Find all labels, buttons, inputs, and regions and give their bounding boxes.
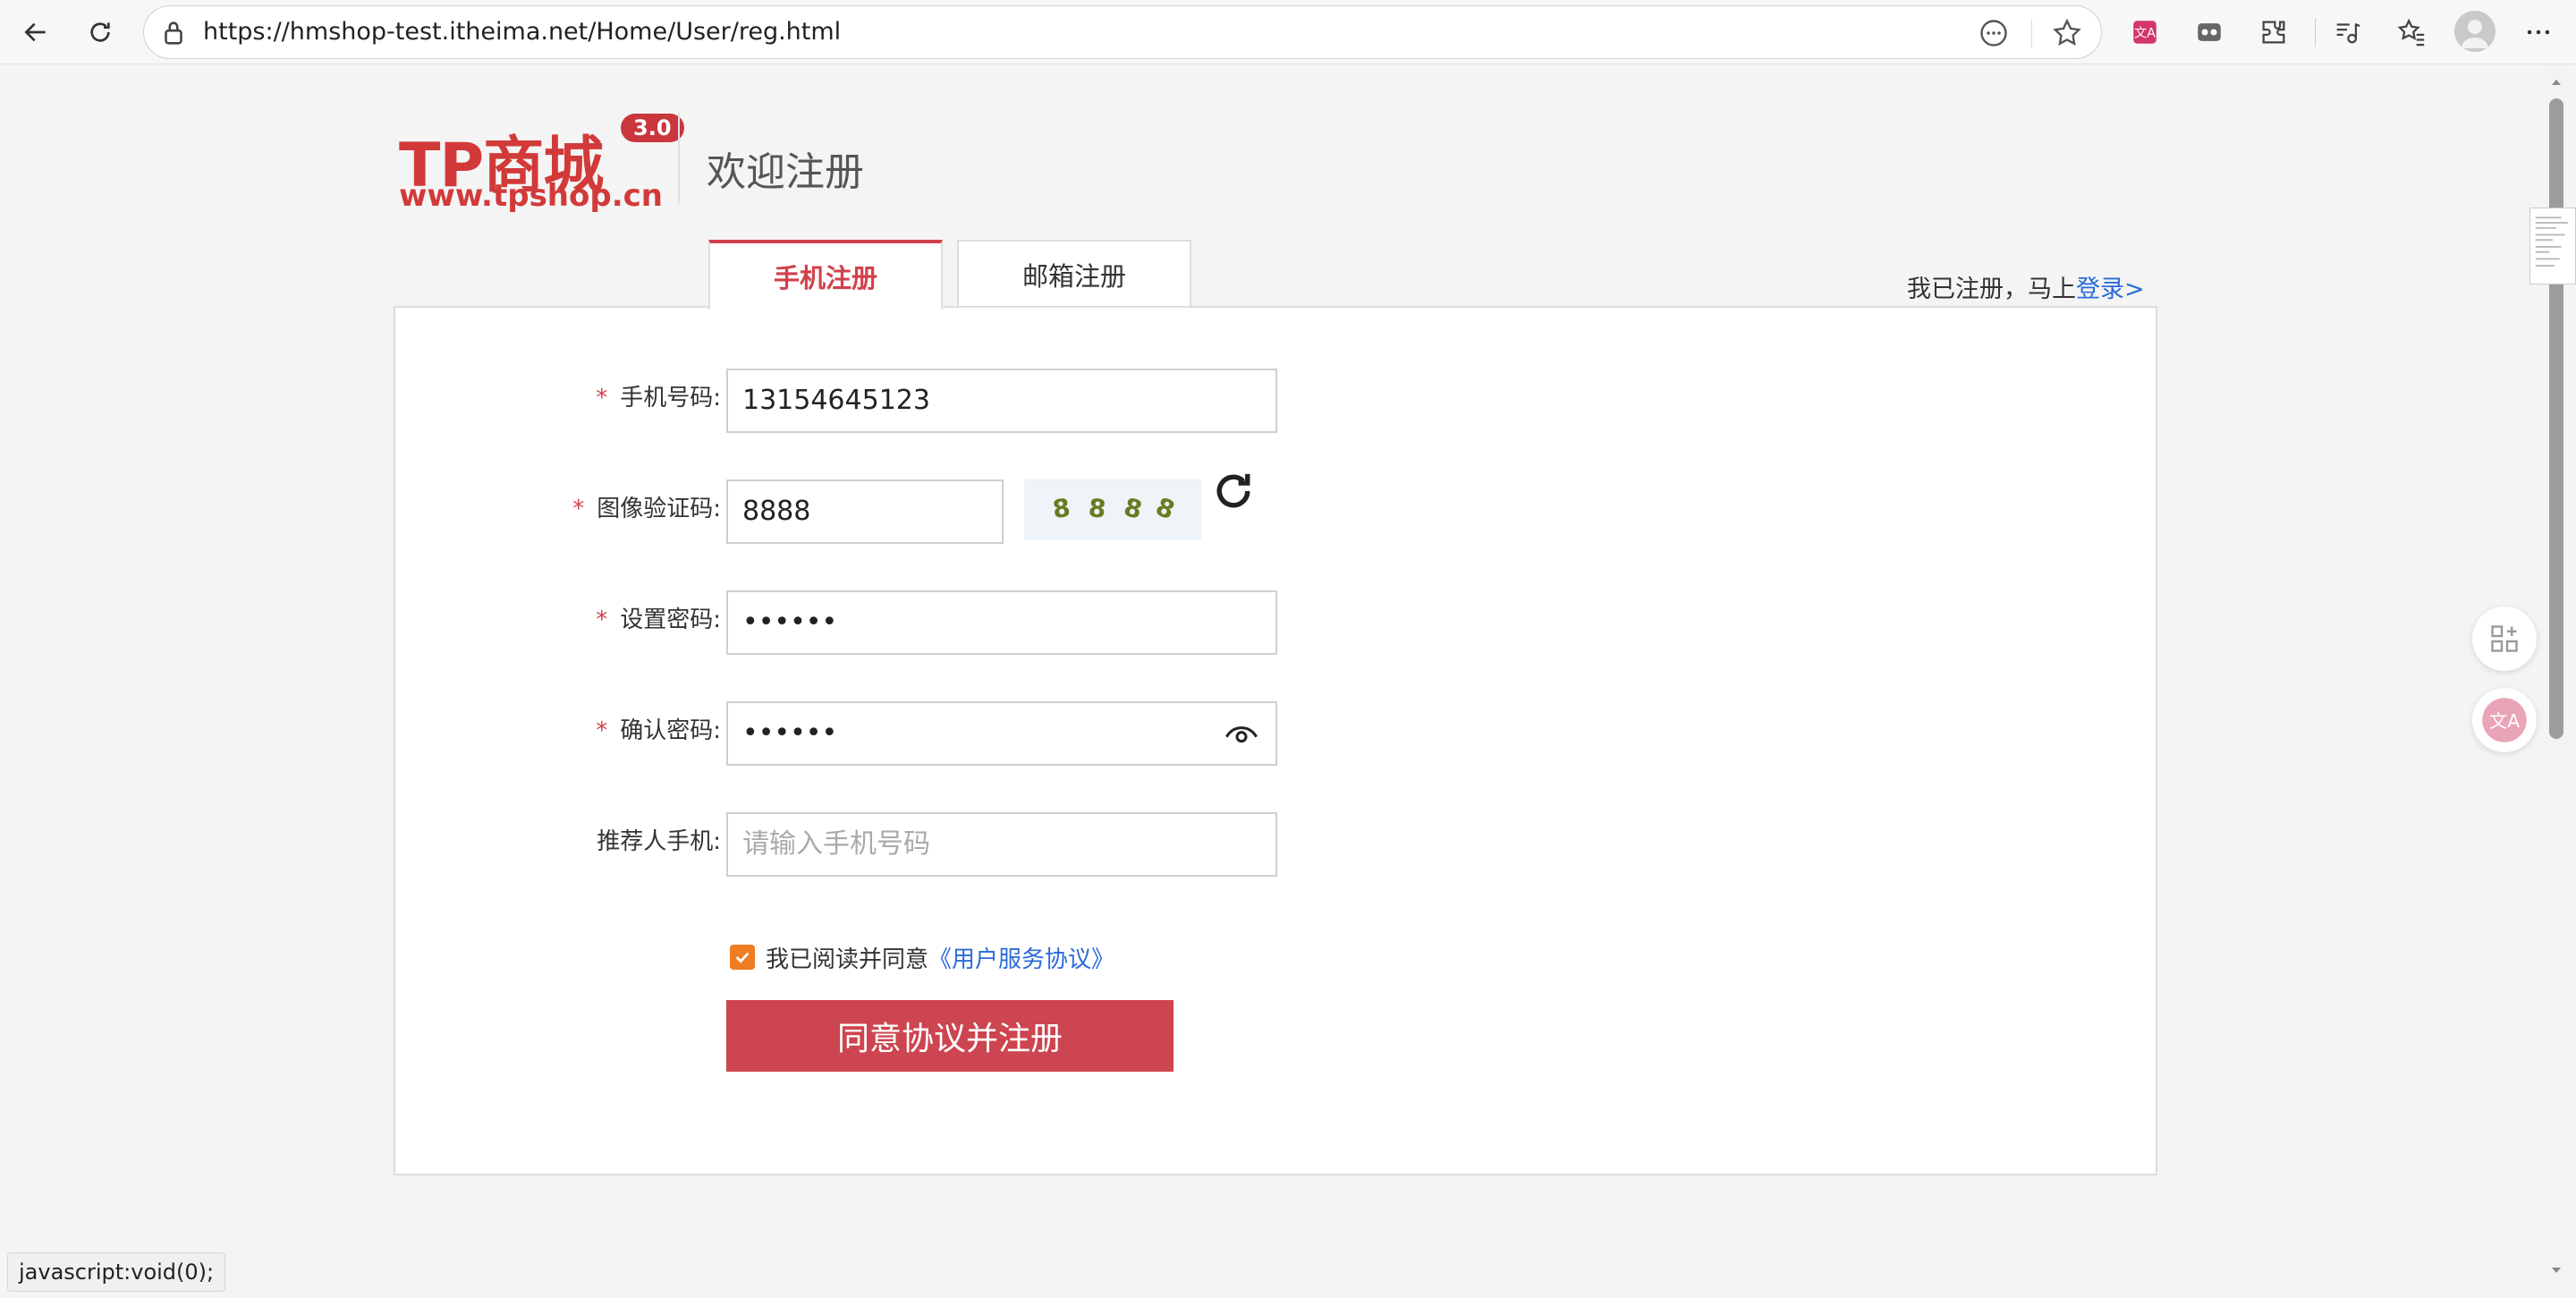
scroll-up-icon[interactable] (2549, 75, 2563, 89)
captcha-char: 8 (1151, 491, 1179, 526)
svg-text:文A: 文A (2489, 710, 2520, 732)
confirm-password-label: * 确认密码: (596, 717, 721, 744)
scroll-down-icon[interactable] (2549, 1263, 2563, 1277)
agreement-checkbox[interactable] (730, 945, 755, 970)
lock-icon[interactable] (158, 18, 189, 48)
address-bar[interactable]: https://hmshop-test.itheima.net/Home/Use… (143, 5, 2102, 59)
toolbar-separator (2315, 18, 2316, 47)
captcha-image[interactable]: 8 8 8 8 (1024, 479, 1201, 540)
check-icon (735, 952, 750, 963)
password-label: * 设置密码: (596, 607, 721, 633)
puzzle-icon (2262, 21, 2285, 44)
submit-button[interactable]: 同意协议并注册 (726, 1000, 1174, 1072)
address-separator (2031, 19, 2032, 47)
browser-toolbar: https://hmshop-test.itheima.net/Home/Use… (0, 0, 2576, 64)
apps-button[interactable] (2472, 607, 2537, 671)
media-button[interactable] (2327, 13, 2367, 52)
phone-input[interactable]: 13154645123 (726, 369, 1277, 433)
login-hint-text: 我已注册，马上 (1907, 276, 2076, 303)
more-icon[interactable] (1978, 17, 2010, 49)
extension-button[interactable] (2190, 13, 2229, 52)
translate-extension-button[interactable]: 文A (2125, 13, 2165, 52)
translate-icon: 文A (2482, 698, 2527, 742)
translate-float-button[interactable]: 文A (2472, 688, 2537, 752)
star-icon[interactable] (2051, 17, 2083, 49)
refresh-icon (90, 22, 110, 42)
logo-version-badge: 3.0 (621, 114, 684, 142)
minimap-lines (2535, 216, 2569, 267)
media-icon (2336, 22, 2360, 44)
captcha-char: 8 (1087, 493, 1108, 524)
required-mark: * (596, 385, 608, 411)
agreement-link[interactable]: 《用户服务协议》 (928, 946, 1114, 973)
agreement-text: 我已阅读并同意《用户服务协议》 (766, 946, 1115, 973)
login-hint: 我已注册，马上登录> (1907, 269, 2145, 304)
extensions-icon (2198, 23, 2221, 41)
settings-menu-button[interactable] (2519, 13, 2558, 52)
login-link[interactable]: 登录> (2076, 276, 2145, 303)
captcha-input[interactable]: 8888 (726, 479, 1004, 544)
apps-icon (2491, 625, 2518, 652)
password-input[interactable]: •••••• (726, 590, 1277, 655)
reload-button[interactable] (80, 13, 120, 52)
referrer-input[interactable]: 请输入手机号码 (726, 812, 1277, 877)
referrer-label: 推荐人手机: (597, 828, 721, 855)
page-title: 欢迎注册 (707, 149, 864, 195)
translate-icon: 文A (2133, 21, 2157, 44)
status-bar-url: javascript:void(0); (7, 1252, 226, 1292)
register-form-panel: * 手机号码: 13154645123 * 图像验证码: 8888 8 8 8 8 … (394, 306, 2157, 1175)
favorites-button[interactable] (2392, 13, 2431, 52)
eye-icon[interactable] (1224, 717, 1259, 753)
logo-divider (678, 113, 680, 204)
captcha-char: 8 (1050, 492, 1072, 525)
back-icon (24, 22, 46, 42)
url-text[interactable]: https://hmshop-test.itheima.net/Home/Use… (203, 6, 841, 58)
svg-text:文A: 文A (2134, 27, 2156, 41)
menu-icon (2527, 30, 2550, 35)
logo-site: www.tpshop.cn (399, 178, 663, 214)
captcha-char: 8 (1121, 492, 1146, 525)
page-viewport: TP商城 3.0 www.tpshop.cn 欢迎注册 手机注册 邮箱注册 我已… (7, 68, 2540, 1287)
required-mark: * (572, 496, 585, 522)
tab-phone-register[interactable]: 手机注册 (708, 240, 943, 310)
profile-button[interactable] (2454, 11, 2496, 52)
captcha-refresh-icon[interactable] (1209, 467, 1258, 515)
avatar-icon (2462, 20, 2488, 48)
scrollbar-thumb[interactable] (2549, 98, 2563, 739)
captcha-label: * 图像验证码: (572, 496, 721, 522)
required-mark: * (596, 717, 608, 744)
back-button[interactable] (16, 13, 55, 52)
confirm-password-input[interactable]: •••••• (726, 701, 1277, 766)
phone-label: * 手机号码: (596, 385, 721, 411)
site-logo[interactable]: TP商城 3.0 www.tpshop.cn (392, 108, 687, 216)
tab-email-register[interactable]: 邮箱注册 (957, 240, 1191, 308)
extensions-button[interactable] (2254, 13, 2293, 52)
page-minimap (2529, 208, 2576, 284)
favorites-icon (2397, 18, 2425, 47)
required-mark: * (596, 607, 608, 633)
